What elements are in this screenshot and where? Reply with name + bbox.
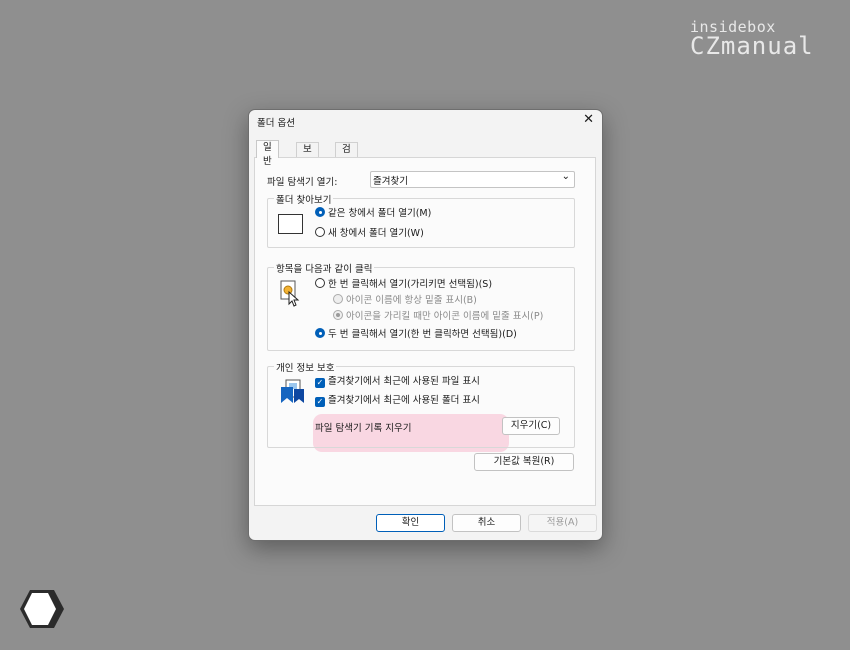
close-icon[interactable]: ✕ bbox=[583, 113, 594, 127]
radio-single-click-label: 한 번 클릭해서 열기(가리키면 선택됨)(S) bbox=[328, 279, 493, 290]
clear-button[interactable]: 지우기(C) bbox=[502, 417, 560, 435]
radio-underline-on-hover-indicator bbox=[333, 310, 343, 320]
cancel-button[interactable]: 취소 bbox=[452, 514, 521, 532]
apply-button[interactable]: 적용(A) bbox=[528, 514, 597, 532]
checkbox-recent-files[interactable]: ✓ 즐겨찾기에서 최근에 사용된 파일 표시 bbox=[315, 375, 480, 389]
privacy-group: 개인 정보 보호 ✓ 즐겨찾기에서 최근에 사용된 파일 표시 ✓ 즐겨찾기에서 최… bbox=[267, 360, 575, 448]
tab-general[interactable]: 일반 bbox=[256, 140, 279, 167]
radio-single-click[interactable]: 한 번 클릭해서 열기(가리키면 선택됨)(S) bbox=[315, 278, 492, 292]
recent-files-icon bbox=[281, 379, 304, 403]
open-explorer-dropdown[interactable]: 즐겨찾기 ⌄ bbox=[370, 171, 575, 188]
brand-watermark: insidebox CZmanual bbox=[690, 18, 814, 60]
radio-double-click[interactable]: 두 번 클릭해서 열기(한 번 클릭하면 선택됨)(D) bbox=[315, 328, 517, 342]
radio-underline-on-hover-label: 아이콘을 가리킬 때만 아이콘 이름에 밑줄 표시(P) bbox=[346, 311, 544, 322]
clear-history-label: 파일 탐색기 기록 지우기 bbox=[315, 423, 412, 434]
checkbox-recent-files-indicator: ✓ bbox=[315, 378, 325, 388]
hexagon-logo-icon bbox=[20, 590, 64, 628]
folder-options-dialog: 폴더 옵션 ✕ 일반 보기 검색 파일 탐색기 열기: 즐겨찾기 ⌄ 폴더 찾아… bbox=[248, 109, 603, 541]
general-tab-panel: 파일 탐색기 열기: 즐겨찾기 ⌄ 폴더 찾아보기 같은 창에서 폴더 열기(M… bbox=[254, 157, 596, 506]
click-items-group: 항목을 다음과 같이 클릭 한 번 클릭해서 열기(가리키면 선택됨)(S) 아… bbox=[267, 261, 575, 351]
browse-folders-title: 폴더 찾아보기 bbox=[274, 192, 334, 206]
window-icon bbox=[278, 214, 303, 234]
click-items-title: 항목을 다음과 같이 클릭 bbox=[274, 261, 375, 275]
ok-button[interactable]: 확인 bbox=[376, 514, 445, 532]
radio-always-underline-indicator bbox=[333, 294, 343, 304]
radio-new-window[interactable]: 새 창에서 폴더 열기(W) bbox=[315, 227, 424, 241]
radio-double-click-indicator bbox=[315, 328, 325, 338]
radio-new-window-label: 새 창에서 폴더 열기(W) bbox=[328, 228, 424, 239]
checkbox-recent-folders[interactable]: ✓ 즐겨찾기에서 최근에 사용된 폴더 표시 bbox=[315, 394, 480, 408]
radio-always-underline[interactable]: 아이콘 이름에 항상 밑줄 표시(B) bbox=[333, 294, 477, 308]
radio-double-click-label: 두 번 클릭해서 열기(한 번 클릭하면 선택됨)(D) bbox=[328, 329, 517, 340]
privacy-title: 개인 정보 보호 bbox=[274, 360, 337, 374]
checkbox-recent-files-label: 즐겨찾기에서 최근에 사용된 파일 표시 bbox=[328, 376, 480, 387]
brand-line2: CZmanual bbox=[690, 32, 814, 60]
radio-same-window-label: 같은 창에서 폴더 열기(M) bbox=[328, 208, 432, 219]
dialog-title: 폴더 옵션 bbox=[257, 118, 295, 129]
click-cursor-icon bbox=[280, 280, 300, 307]
dropdown-value: 즐겨찾기 bbox=[373, 176, 408, 187]
open-explorer-label: 파일 탐색기 열기: bbox=[267, 177, 338, 188]
radio-always-underline-label: 아이콘 이름에 항상 밑줄 표시(B) bbox=[346, 295, 477, 306]
radio-single-click-indicator bbox=[315, 278, 325, 288]
radio-same-window-indicator bbox=[315, 207, 325, 217]
radio-new-window-indicator bbox=[315, 227, 325, 237]
chevron-down-icon: ⌄ bbox=[561, 171, 570, 182]
restore-defaults-button[interactable]: 기본값 복원(R) bbox=[474, 453, 574, 471]
checkbox-recent-folders-indicator: ✓ bbox=[315, 397, 325, 407]
tab-search[interactable]: 검색 bbox=[335, 142, 358, 169]
radio-underline-on-hover[interactable]: 아이콘을 가리킬 때만 아이콘 이름에 밑줄 표시(P) bbox=[333, 310, 543, 324]
titlebar: 폴더 옵션 ✕ bbox=[249, 110, 602, 132]
tab-view[interactable]: 보기 bbox=[296, 142, 319, 169]
radio-same-window[interactable]: 같은 창에서 폴더 열기(M) bbox=[315, 207, 431, 221]
checkbox-recent-folders-label: 즐겨찾기에서 최근에 사용된 폴더 표시 bbox=[328, 395, 480, 406]
browse-folders-group: 폴더 찾아보기 같은 창에서 폴더 열기(M) 새 창에서 폴더 열기(W) bbox=[267, 192, 575, 248]
